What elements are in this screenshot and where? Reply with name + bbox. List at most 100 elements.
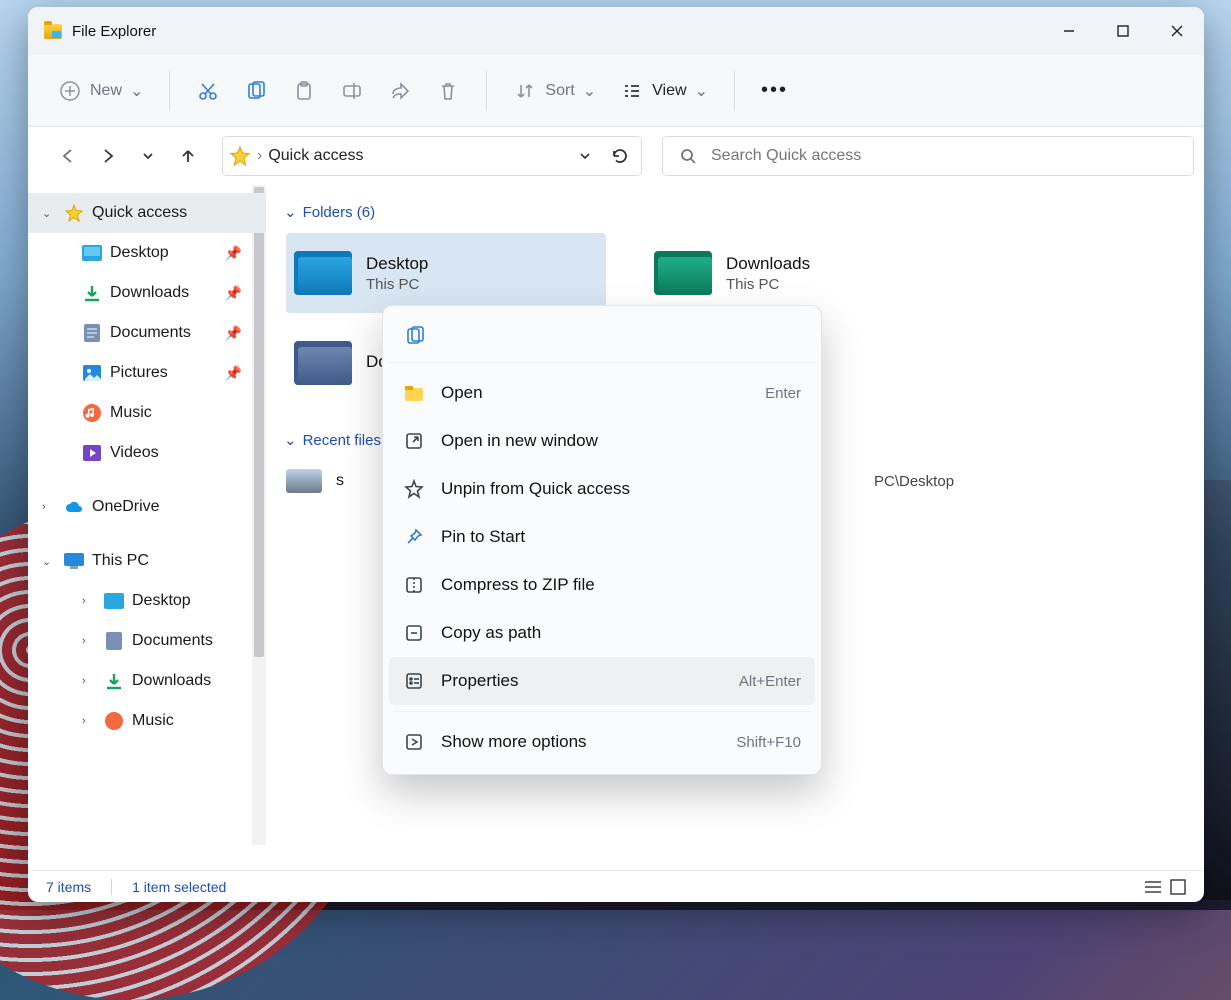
context-item-shortcut: Alt+Enter	[739, 673, 801, 690]
context-item-properties[interactable]: Properties Alt+Enter	[389, 657, 815, 705]
ellipsis-icon: •••	[761, 79, 788, 102]
share-button[interactable]	[378, 73, 422, 109]
recent-file-path: PC\Desktop	[874, 473, 954, 490]
thumbnails-view-button[interactable]	[1170, 879, 1186, 895]
search-input[interactable]	[711, 147, 1177, 165]
downloads-icon	[104, 671, 124, 691]
copy-icon	[244, 79, 268, 103]
pin-icon: 📌	[225, 365, 242, 382]
refresh-button[interactable]	[605, 147, 635, 165]
chevron-down-icon: ⌄	[42, 555, 56, 568]
rename-button[interactable]	[330, 73, 374, 109]
details-view-button[interactable]	[1144, 879, 1162, 895]
star-icon	[64, 203, 84, 223]
sidebar-this-pc[interactable]: ⌄ This PC	[28, 541, 266, 581]
status-selection: 1 item selected	[132, 879, 226, 895]
context-copy-button[interactable]	[397, 320, 433, 352]
close-button[interactable]	[1150, 7, 1204, 55]
pin-icon: 📌	[225, 245, 242, 262]
context-item-label: Properties	[441, 671, 518, 691]
sidebar-item-videos[interactable]: Videos	[28, 433, 266, 473]
maximize-button[interactable]	[1096, 7, 1150, 55]
chevron-right-icon: ›	[42, 501, 56, 513]
forward-button[interactable]	[92, 140, 124, 172]
address-path: Quick access	[268, 147, 565, 165]
recent-locations-button[interactable]	[132, 140, 164, 172]
copy-button[interactable]	[234, 73, 278, 109]
show-more-icon	[403, 731, 425, 753]
zip-icon	[403, 574, 425, 596]
clipboard-icon	[292, 79, 316, 103]
newwin-icon	[403, 430, 425, 452]
status-item-count: 7 items	[46, 879, 91, 895]
documents-icon	[104, 631, 124, 651]
up-button[interactable]	[172, 140, 204, 172]
context-item-open-in-new-window[interactable]: Open in new window	[389, 417, 815, 465]
folder-card-desktop[interactable]: Desktop This PC	[286, 233, 606, 313]
new-button[interactable]: New ⌄	[48, 73, 153, 109]
sidebar-item-desktop[interactable]: Desktop📌	[28, 233, 266, 273]
cut-button[interactable]	[186, 73, 230, 109]
sort-button[interactable]: Sort ⌄	[503, 73, 606, 109]
context-item-compress-to-zip-file[interactable]: Compress to ZIP file	[389, 561, 815, 609]
context-item-label: Pin to Start	[441, 527, 525, 547]
context-item-label: Open	[441, 383, 483, 403]
sidebar-item-music[interactable]: Music	[28, 393, 266, 433]
sidebar-pc-downloads[interactable]: ›Downloads	[28, 661, 266, 701]
folder-name: Downloads	[726, 254, 810, 274]
chevron-down-icon: ⌄	[695, 81, 708, 101]
breadcrumb-separator-icon: ›	[257, 147, 262, 165]
sidebar-item-downloads[interactable]: Downloads📌	[28, 273, 266, 313]
star-off-icon	[403, 478, 425, 500]
chevron-right-icon: ›	[82, 595, 96, 607]
context-item-open[interactable]: Open Enter	[389, 369, 815, 417]
context-item-label: Compress to ZIP file	[441, 575, 595, 595]
more-button[interactable]: •••	[751, 73, 798, 108]
sort-label: Sort	[545, 82, 574, 100]
chevron-right-icon: ›	[82, 635, 96, 647]
share-icon	[388, 79, 412, 103]
monitor-icon	[64, 551, 84, 571]
sidebar-item-pictures[interactable]: Pictures📌	[28, 353, 266, 393]
minimize-button[interactable]	[1042, 7, 1096, 55]
scissors-icon	[196, 79, 220, 103]
music-icon	[82, 403, 102, 423]
back-button[interactable]	[52, 140, 84, 172]
paste-button[interactable]	[282, 73, 326, 109]
view-button[interactable]: View ⌄	[610, 73, 718, 109]
sidebar-item-documents[interactable]: Documents📌	[28, 313, 266, 353]
videos-icon	[82, 443, 102, 463]
props-icon	[403, 670, 425, 692]
folder-name: Desktop	[366, 254, 428, 274]
delete-button[interactable]	[426, 73, 470, 109]
context-item-pin-to-start[interactable]: Pin to Start	[389, 513, 815, 561]
thumbnail-icon	[286, 469, 322, 493]
sidebar-onedrive[interactable]: › OneDrive	[28, 487, 266, 527]
sidebar-pc-desktop[interactable]: ›Desktop	[28, 581, 266, 621]
sidebar-pc-music[interactable]: ›Music	[28, 701, 266, 741]
chevron-down-icon: ⌄	[42, 207, 56, 220]
desktop-icon	[104, 591, 124, 611]
context-item-unpin-from-quick-access[interactable]: Unpin from Quick access	[389, 465, 815, 513]
context-item-shortcut: Enter	[765, 385, 801, 402]
sidebar-quick-access[interactable]: ⌄ Quick access	[28, 193, 266, 233]
context-item-label: Copy as path	[441, 623, 541, 643]
sidebar-pc-documents[interactable]: ›Documents	[28, 621, 266, 661]
documents-icon	[82, 323, 102, 343]
folder-card-downloads[interactable]: Downloads This PC	[646, 233, 966, 313]
folder-icon	[654, 251, 712, 295]
trash-icon	[436, 79, 460, 103]
address-bar[interactable]: › Quick access	[222, 136, 642, 176]
address-dropdown-button[interactable]	[571, 149, 599, 163]
search-box[interactable]	[662, 136, 1194, 176]
context-item-label: Unpin from Quick access	[441, 479, 630, 499]
context-item-copy-as-path[interactable]: Copy as path	[389, 609, 815, 657]
context-show-more-options[interactable]: Show more options Shift+F10	[389, 718, 815, 766]
pin-icon: 📌	[225, 325, 242, 342]
folders-section-header[interactable]: ⌄ Folders (6)	[284, 203, 1194, 221]
view-label: View	[652, 82, 686, 100]
context-menu: Open Enter Open in new window Unpin from…	[382, 305, 822, 775]
chevron-down-icon: ⌄	[284, 431, 297, 449]
rename-icon	[340, 79, 364, 103]
copypath-icon	[403, 622, 425, 644]
